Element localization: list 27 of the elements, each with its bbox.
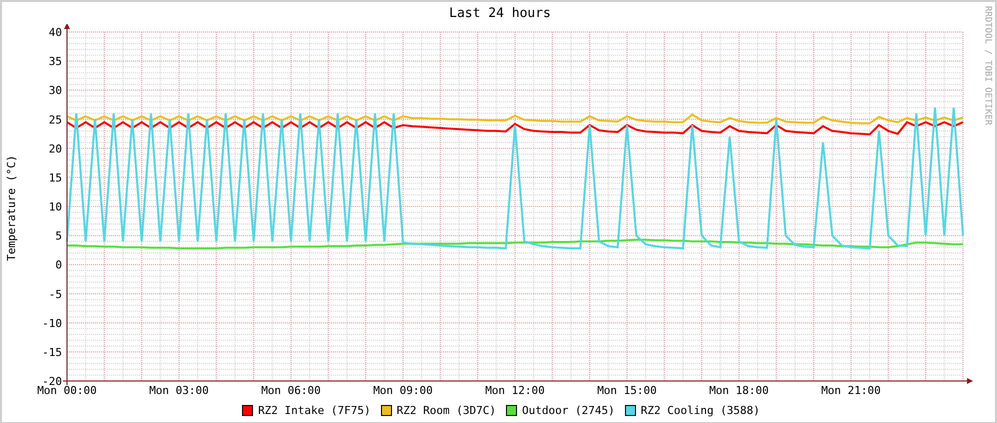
axis-tick-label: Mon 15:00: [597, 384, 657, 397]
axis-tick-label: Mon 09:00: [373, 384, 433, 397]
legend-label: RZ2 Intake (7F75): [258, 404, 371, 416]
credit-text: RRDTOOL / TOBI OETIKER: [982, 6, 992, 126]
axis-tick-label: -15: [42, 346, 62, 359]
axis-tick-label: -5: [48, 288, 62, 301]
axis-tick-label: 30: [48, 84, 62, 98]
axis-tick-label: 0: [55, 258, 62, 272]
axis-tick-label: 15: [48, 171, 62, 184]
axis-tick-label: Mon 03:00: [149, 384, 209, 397]
legend-label: RZ2 Cooling (3588): [640, 404, 760, 416]
axis-tick-label: 40: [48, 26, 62, 39]
axis-tick-label: Mon 12:00: [485, 384, 545, 397]
axis-tick-label: 10: [48, 200, 62, 214]
chart-title: Last 24 hours: [448, 6, 551, 20]
axis-tick-label: 5: [55, 230, 62, 243]
axis-tick-label: Mon 18:00: [709, 384, 769, 397]
axis-tick-label: 25: [48, 113, 62, 126]
axis-tick-label: 20: [48, 142, 62, 156]
axis-tick-label: Mon 21:00: [821, 384, 881, 397]
axis-tick-label: 35: [48, 55, 62, 68]
axis-tick-label: -10: [42, 316, 62, 330]
legend-label: Outdoor (2745): [522, 404, 615, 416]
axis-title: Temperature (°C): [4, 155, 18, 261]
legend-label: RZ2 Room (3D7C): [396, 404, 496, 416]
axis-tick-label: Mon 00:00: [37, 384, 97, 397]
axis-tick-label: Mon 06:00: [261, 384, 321, 397]
